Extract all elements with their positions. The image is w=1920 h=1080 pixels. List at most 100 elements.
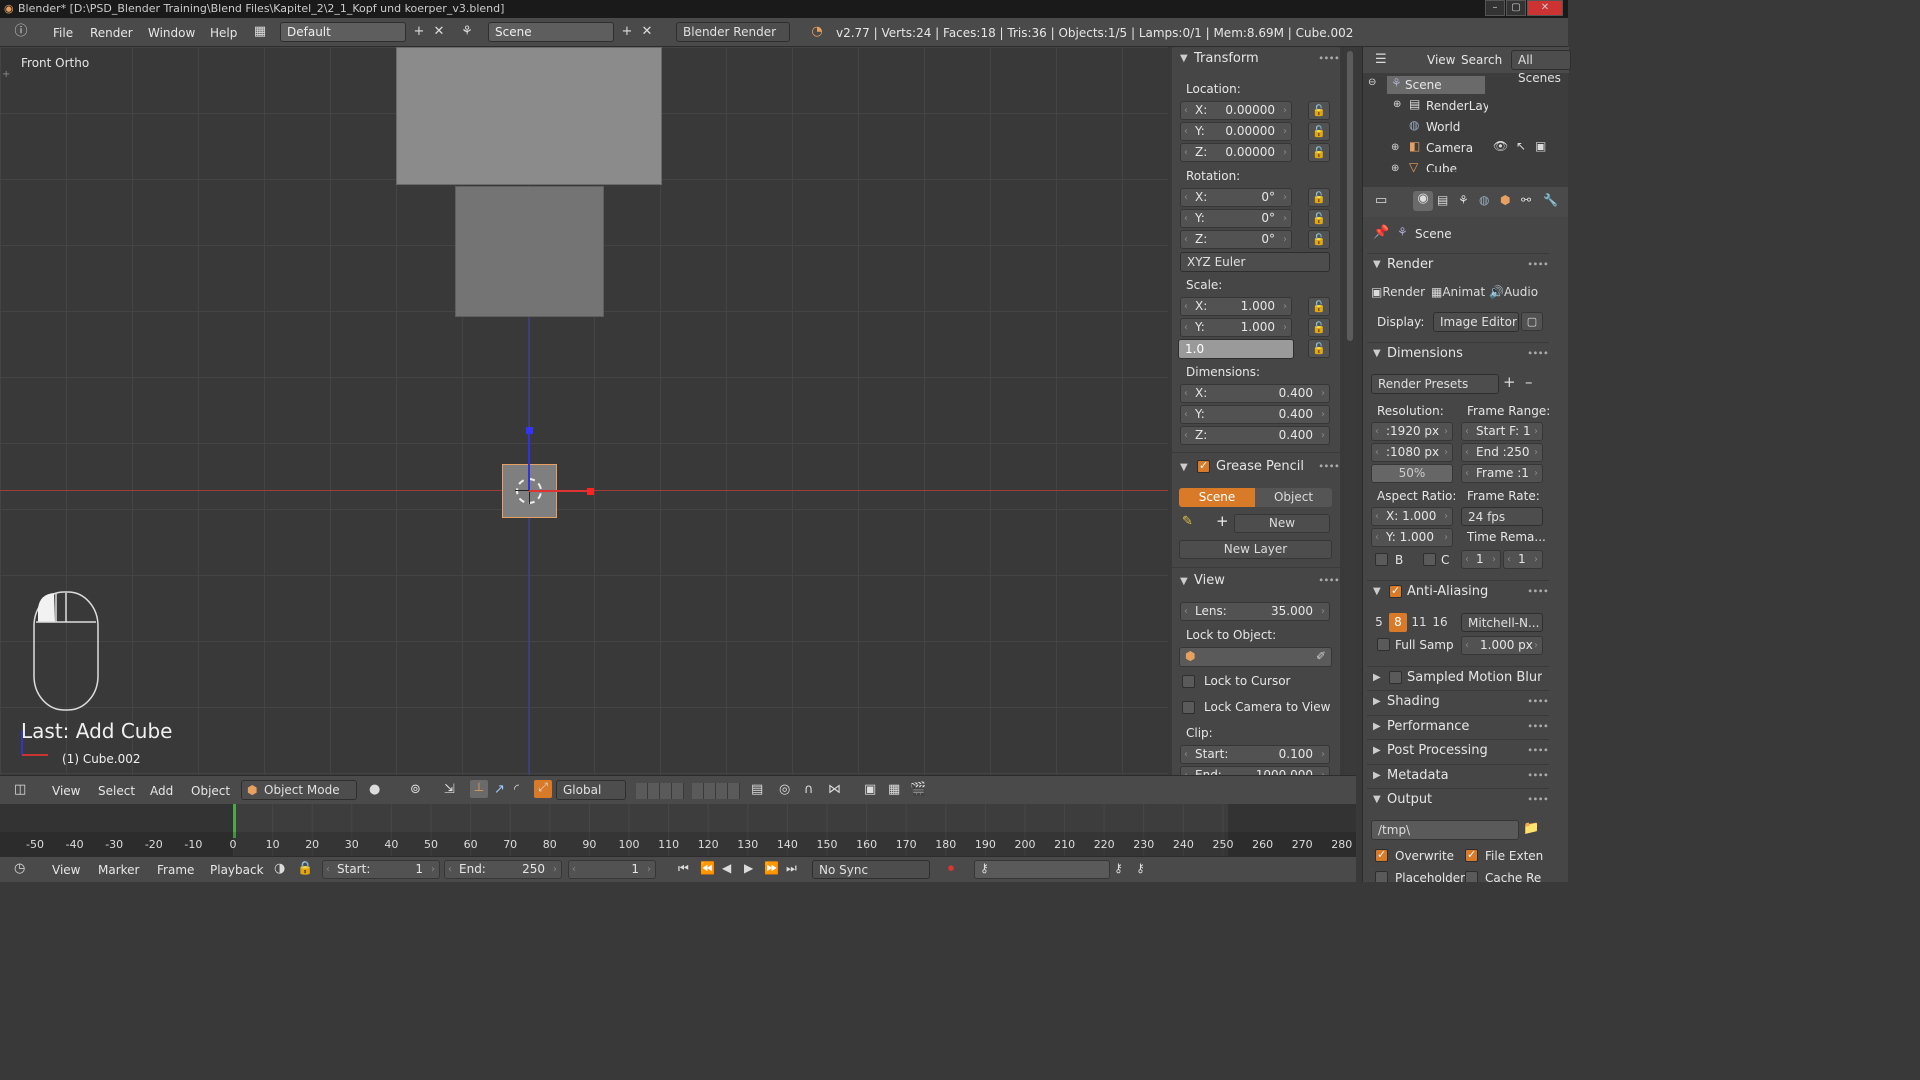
expand-icon[interactable]: ▶ (1373, 770, 1381, 781)
tl-menu-frame[interactable]: Frame (157, 863, 194, 877)
opengl-anim-icon[interactable]: ▦ (888, 782, 900, 797)
rotation-x-field[interactable]: X:0° (1180, 188, 1292, 207)
lock-object-field[interactable]: ⬢ ✐ (1179, 647, 1332, 667)
menu-window[interactable]: Window (148, 26, 195, 40)
lock-icon[interactable]: 🔓 (1308, 143, 1330, 162)
collapse-transform-icon[interactable]: ▼ (1180, 53, 1188, 64)
view-header[interactable]: View (1194, 573, 1225, 588)
expand-icon[interactable]: ▶ (1373, 696, 1381, 707)
outliner-filter-select[interactable]: All Scenes (1511, 50, 1571, 85)
expand-icon[interactable]: ⊕ (1393, 99, 1401, 110)
drag-grip-icon[interactable]: ∙∙∙∙ (1527, 586, 1549, 597)
outliner-menu-search[interactable]: Search (1461, 53, 1502, 67)
aa-samples-5[interactable]: 5 (1371, 613, 1387, 632)
timeline-editor-icon[interactable]: ◷ (14, 861, 25, 876)
outliner-item-camera[interactable]: Camera (1426, 141, 1473, 155)
menu-file[interactable]: File (53, 26, 73, 40)
outliner-item-renderlayers[interactable]: RenderLayers (1426, 99, 1488, 113)
aa-samples-8[interactable]: 8 (1389, 613, 1407, 632)
scale-z-edit-field[interactable]: 1.0 (1178, 339, 1294, 359)
vp-menu-select[interactable]: Select (98, 784, 135, 798)
motion-blur-checkbox[interactable] (1389, 671, 1402, 684)
motion-blur-panel-header[interactable]: ▶ Sampled Motion Blur (1367, 666, 1549, 688)
collapse-icon[interactable]: ▼ (1373, 259, 1381, 270)
shading-panel-header[interactable]: ▶ Shading ∙∙∙∙ (1367, 690, 1549, 712)
render-tab-icon[interactable]: ◉ (1413, 191, 1433, 211)
menu-help[interactable]: Help (210, 26, 237, 40)
constraints-tab-icon[interactable]: ⚯ (1521, 193, 1531, 207)
drag-grip-icon[interactable]: ∙∙∙∙ (1527, 259, 1549, 270)
full-sample-checkbox[interactable] (1377, 638, 1390, 651)
remove-preset-icon[interactable]: – (1525, 373, 1533, 391)
vp-menu-object[interactable]: Object (191, 784, 230, 798)
opengl-render-icon[interactable]: ▣ (864, 782, 876, 797)
n-panel-scrollbar[interactable] (1344, 47, 1356, 775)
drag-grip-icon[interactable]: ∙∙∙∙ (1527, 794, 1549, 805)
properties-editor-icon[interactable]: ▭ (1375, 193, 1387, 208)
outliner-item-scene[interactable]: Scene (1405, 78, 1442, 92)
sync-mode-select[interactable]: No Sync (812, 860, 930, 879)
lock-icon[interactable]: 🔓 (1308, 209, 1330, 228)
collapse-view-icon[interactable]: ▼ (1180, 576, 1188, 587)
lock-icon[interactable]: 🔓 (1308, 318, 1330, 337)
current-frame-field[interactable]: 1 (568, 860, 656, 879)
preview-range-icon[interactable]: ◑ (274, 861, 285, 876)
lock-icon[interactable]: 🔓 (1308, 339, 1330, 358)
drag-grip-icon[interactable]: ∙∙∙∙ (1527, 745, 1549, 756)
drag-grip-icon[interactable]: ∙∙∙∙ (1318, 461, 1340, 472)
gp-new-layer-button[interactable]: New Layer (1179, 540, 1332, 559)
manipulator-toggle-icon[interactable]: ⇲ (444, 782, 455, 797)
clapper-icon[interactable]: 🎬 (910, 782, 926, 797)
play-icon[interactable]: ▶ (744, 861, 753, 875)
expand-icon[interactable]: ⊕ (1391, 142, 1399, 153)
keying-set-field[interactable]: ⚷ (974, 860, 1110, 879)
close-window-icon[interactable]: ✕ (1527, 0, 1563, 16)
scale-x-field[interactable]: X:1.000 (1180, 297, 1292, 316)
collapse-grease-icon[interactable]: ▼ (1180, 462, 1188, 473)
add-layout-icon[interactable]: + (410, 23, 428, 41)
placeholders-checkbox[interactable] (1375, 871, 1388, 882)
expand-icon[interactable]: ▶ (1373, 745, 1381, 756)
frame-start-field[interactable]: Start F: 1 (1461, 422, 1543, 441)
eyedropper-icon[interactable]: ✐ (1316, 649, 1326, 663)
scene-field[interactable]: Scene (488, 22, 614, 42)
dimensions-panel-header[interactable]: ▼ Dimensions ∙∙∙∙ (1367, 342, 1549, 364)
drag-grip-icon[interactable]: ∙∙∙∙ (1527, 770, 1549, 781)
lock-icon[interactable]: 🔓 (1308, 122, 1330, 141)
performance-panel-header[interactable]: ▶ Performance ∙∙∙∙ (1367, 715, 1549, 737)
time-old-field[interactable]: 1 (1461, 550, 1501, 569)
resolution-percentage-slider[interactable]: 50% (1371, 464, 1453, 483)
clip-start-field[interactable]: Start:0.100 (1180, 745, 1330, 764)
output-path-field[interactable]: /tmp\ (1371, 820, 1519, 840)
rotation-y-field[interactable]: Y:0° (1180, 209, 1292, 228)
filter-size-field[interactable]: 1.000 px (1461, 636, 1543, 655)
render-presets-select[interactable]: Render Presets (1371, 374, 1499, 394)
scale-manipulator-icon[interactable]: ◜ (514, 782, 519, 797)
anti-aliasing-panel-header[interactable]: ▼ Anti-Aliasing ∙∙∙∙ (1367, 580, 1549, 602)
lock-cursor-checkbox[interactable] (1182, 675, 1195, 688)
drag-grip-icon[interactable]: ∙∙∙∙ (1527, 348, 1549, 359)
output-panel-header[interactable]: ▼ Output ∙∙∙∙ (1367, 788, 1549, 810)
dimension-y-field[interactable]: Y:0.400 (1180, 405, 1330, 424)
rotate-manipulator-icon[interactable]: ↗ (494, 782, 505, 797)
location-z-field[interactable]: Z:0.00000 (1180, 143, 1292, 162)
vp-menu-add[interactable]: Add (150, 784, 173, 798)
remove-layout-icon[interactable]: ✕ (430, 23, 448, 41)
drag-grip-icon[interactable]: ∙∙∙∙ (1527, 721, 1549, 732)
tl-menu-view[interactable]: View (52, 863, 80, 877)
aspect-y-field[interactable]: Y: 1.000 (1371, 528, 1453, 547)
time-new-field[interactable]: 1 (1503, 550, 1543, 569)
transform-orientation-icon[interactable]: ⤢ (534, 780, 552, 798)
tl-menu-marker[interactable]: Marker (98, 863, 139, 877)
maximize-icon[interactable]: ▢ (1506, 0, 1526, 16)
jump-start-icon[interactable]: ⏮ (678, 861, 689, 876)
expand-icon[interactable]: ⊖ (1368, 77, 1376, 88)
rotation-z-field[interactable]: Z:0° (1180, 230, 1292, 249)
remove-scene-icon[interactable]: ✕ (638, 23, 656, 41)
screen-layout-icon[interactable]: ▦ (251, 23, 269, 41)
drag-grip-icon[interactable]: ∙∙∙∙ (1527, 696, 1549, 707)
frame-step-field[interactable]: Frame :1 (1461, 464, 1543, 483)
expand-icon[interactable]: ⊕ (1391, 163, 1399, 174)
transform-header[interactable]: Transform (1194, 51, 1259, 66)
info-editor-icon[interactable]: ⓘ (12, 23, 30, 41)
